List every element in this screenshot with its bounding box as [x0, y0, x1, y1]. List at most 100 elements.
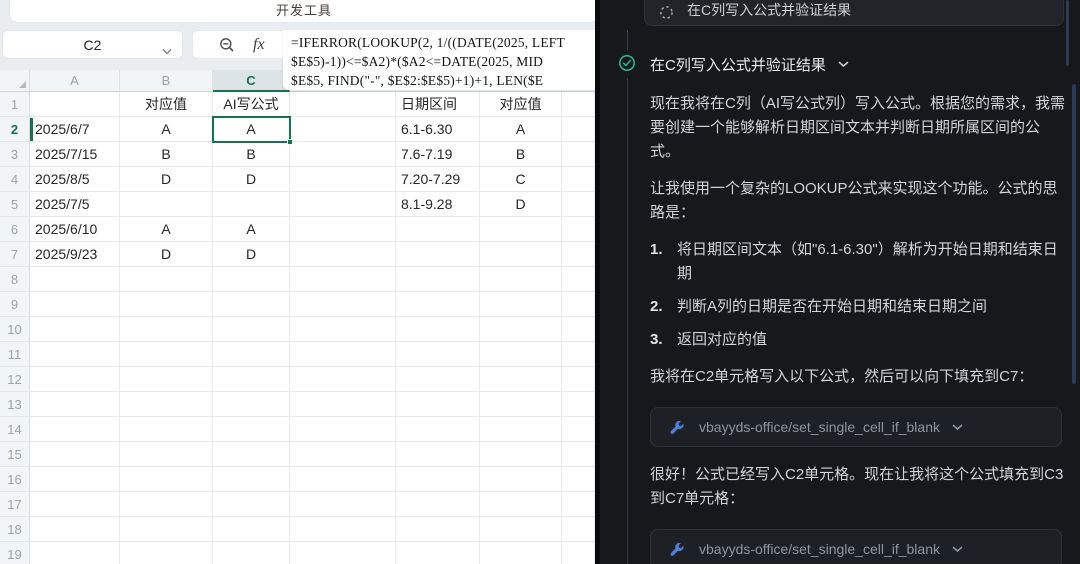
cell-E5[interactable]: 8.1-9.28 — [396, 192, 480, 217]
cell-G6[interactable] — [562, 217, 595, 242]
cell-F16[interactable] — [480, 467, 562, 492]
cell-A18[interactable] — [30, 517, 120, 542]
cell-C15[interactable] — [213, 442, 290, 467]
cell-B16[interactable] — [120, 467, 213, 492]
cell-B19[interactable] — [120, 542, 213, 564]
row-header-13[interactable]: 13 — [0, 392, 30, 417]
row-header-15[interactable]: 15 — [0, 442, 30, 467]
row-header-6[interactable]: 6 — [0, 217, 30, 242]
cell-E11[interactable] — [396, 342, 480, 367]
cell-B3[interactable]: B — [120, 142, 213, 167]
cell-E6[interactable] — [396, 217, 480, 242]
cell-D10[interactable] — [290, 317, 396, 342]
row-header-1[interactable]: 1 — [0, 92, 30, 117]
cell-D16[interactable] — [290, 467, 396, 492]
cell-F4[interactable]: C — [480, 167, 562, 192]
cell-A13[interactable] — [30, 392, 120, 417]
cell-A17[interactable] — [30, 492, 120, 517]
cell-A2[interactable]: 2025/6/7 — [30, 117, 120, 142]
cell-E19[interactable] — [396, 542, 480, 564]
cell-A11[interactable] — [30, 342, 120, 367]
cell-F9[interactable] — [480, 292, 562, 317]
cell-G14[interactable] — [562, 417, 595, 442]
cell-C19[interactable] — [213, 542, 290, 564]
cell-E2[interactable]: 6.1-6.30 — [396, 117, 480, 142]
cell-F1[interactable]: 对应值 — [480, 92, 562, 117]
chevron-down-icon[interactable] — [952, 424, 963, 431]
row-header-18[interactable]: 18 — [0, 517, 30, 542]
row-header-4[interactable]: 4 — [0, 167, 30, 192]
cell-E13[interactable] — [396, 392, 480, 417]
cell-C3[interactable]: B — [213, 142, 290, 167]
cell-F2[interactable]: A — [480, 117, 562, 142]
column-header-A[interactable]: A — [30, 70, 120, 92]
row-header-10[interactable]: 10 — [0, 317, 30, 342]
cell-E12[interactable] — [396, 367, 480, 392]
cell-B6[interactable]: A — [120, 217, 213, 242]
running-step-card[interactable]: 在C列写入公式并验证结果 — [644, 0, 1064, 26]
cell-A5[interactable]: 2025/7/5 — [30, 192, 120, 217]
tool-call-card[interactable]: vbayyds-office/set_single_cell_if_blank — [650, 407, 1062, 447]
cell-E15[interactable] — [396, 442, 480, 467]
cell-G19[interactable] — [562, 542, 595, 564]
chevron-down-icon[interactable] — [952, 546, 963, 553]
cell-B5[interactable] — [120, 192, 213, 217]
cell-G18[interactable] — [562, 517, 595, 542]
fill-handle[interactable] — [287, 139, 293, 145]
cell-F6[interactable] — [480, 217, 562, 242]
name-box[interactable]: C2 — [2, 30, 183, 59]
cell-G17[interactable] — [562, 492, 595, 517]
cell-B7[interactable]: D — [120, 242, 213, 267]
cell-C13[interactable] — [213, 392, 290, 417]
cell-E8[interactable] — [396, 267, 480, 292]
cell-A7[interactable]: 2025/9/23 — [30, 242, 120, 267]
cell-C10[interactable] — [213, 317, 290, 342]
step-title-row[interactable]: 在C列写入公式并验证结果 — [650, 54, 849, 75]
fx-icon[interactable]: fx — [253, 36, 265, 54]
row-header-11[interactable]: 11 — [0, 342, 30, 367]
cell-B9[interactable] — [120, 292, 213, 317]
select-all-corner[interactable] — [0, 70, 30, 92]
cell-B2[interactable]: A — [120, 117, 213, 142]
cell-D4[interactable] — [290, 167, 396, 192]
cell-E3[interactable]: 7.6-7.19 — [396, 142, 480, 167]
cell-A8[interactable] — [30, 267, 120, 292]
cell-C14[interactable] — [213, 417, 290, 442]
row-header-14[interactable]: 14 — [0, 417, 30, 442]
cell-A16[interactable] — [30, 467, 120, 492]
cell-F3[interactable]: B — [480, 142, 562, 167]
cell-E1[interactable]: 日期区间 — [396, 92, 480, 117]
cell-C4[interactable]: D — [213, 167, 290, 192]
cell-A15[interactable] — [30, 442, 120, 467]
cell-E16[interactable] — [396, 467, 480, 492]
cell-E14[interactable] — [396, 417, 480, 442]
cell-D15[interactable] — [290, 442, 396, 467]
cell-B18[interactable] — [120, 517, 213, 542]
row-header-16[interactable]: 16 — [0, 467, 30, 492]
cell-E7[interactable] — [396, 242, 480, 267]
cell-A14[interactable] — [30, 417, 120, 442]
cell-C5[interactable] — [213, 192, 290, 217]
cell-C7[interactable]: D — [213, 242, 290, 267]
cell-D11[interactable] — [290, 342, 396, 367]
row-header-3[interactable]: 3 — [0, 142, 30, 167]
cell-G7[interactable] — [562, 242, 595, 267]
cell-E17[interactable] — [396, 492, 480, 517]
cell-D14[interactable] — [290, 417, 396, 442]
row-header-8[interactable]: 8 — [0, 267, 30, 292]
cell-G5[interactable] — [562, 192, 595, 217]
cell-D19[interactable] — [290, 542, 396, 564]
cell-B17[interactable] — [120, 492, 213, 517]
cell-C6[interactable]: A — [213, 217, 290, 242]
cell-F17[interactable] — [480, 492, 562, 517]
chevron-down-icon[interactable] — [838, 61, 849, 68]
cell-F11[interactable] — [480, 342, 562, 367]
cell-C12[interactable] — [213, 367, 290, 392]
cell-B11[interactable] — [120, 342, 213, 367]
cell-D5[interactable] — [290, 192, 396, 217]
cell-D18[interactable] — [290, 517, 396, 542]
cell-G11[interactable] — [562, 342, 595, 367]
cell-B1[interactable]: 对应值 — [120, 92, 213, 117]
cell-A12[interactable] — [30, 367, 120, 392]
tab-developer-tools[interactable]: 开发工具 — [276, 0, 332, 19]
